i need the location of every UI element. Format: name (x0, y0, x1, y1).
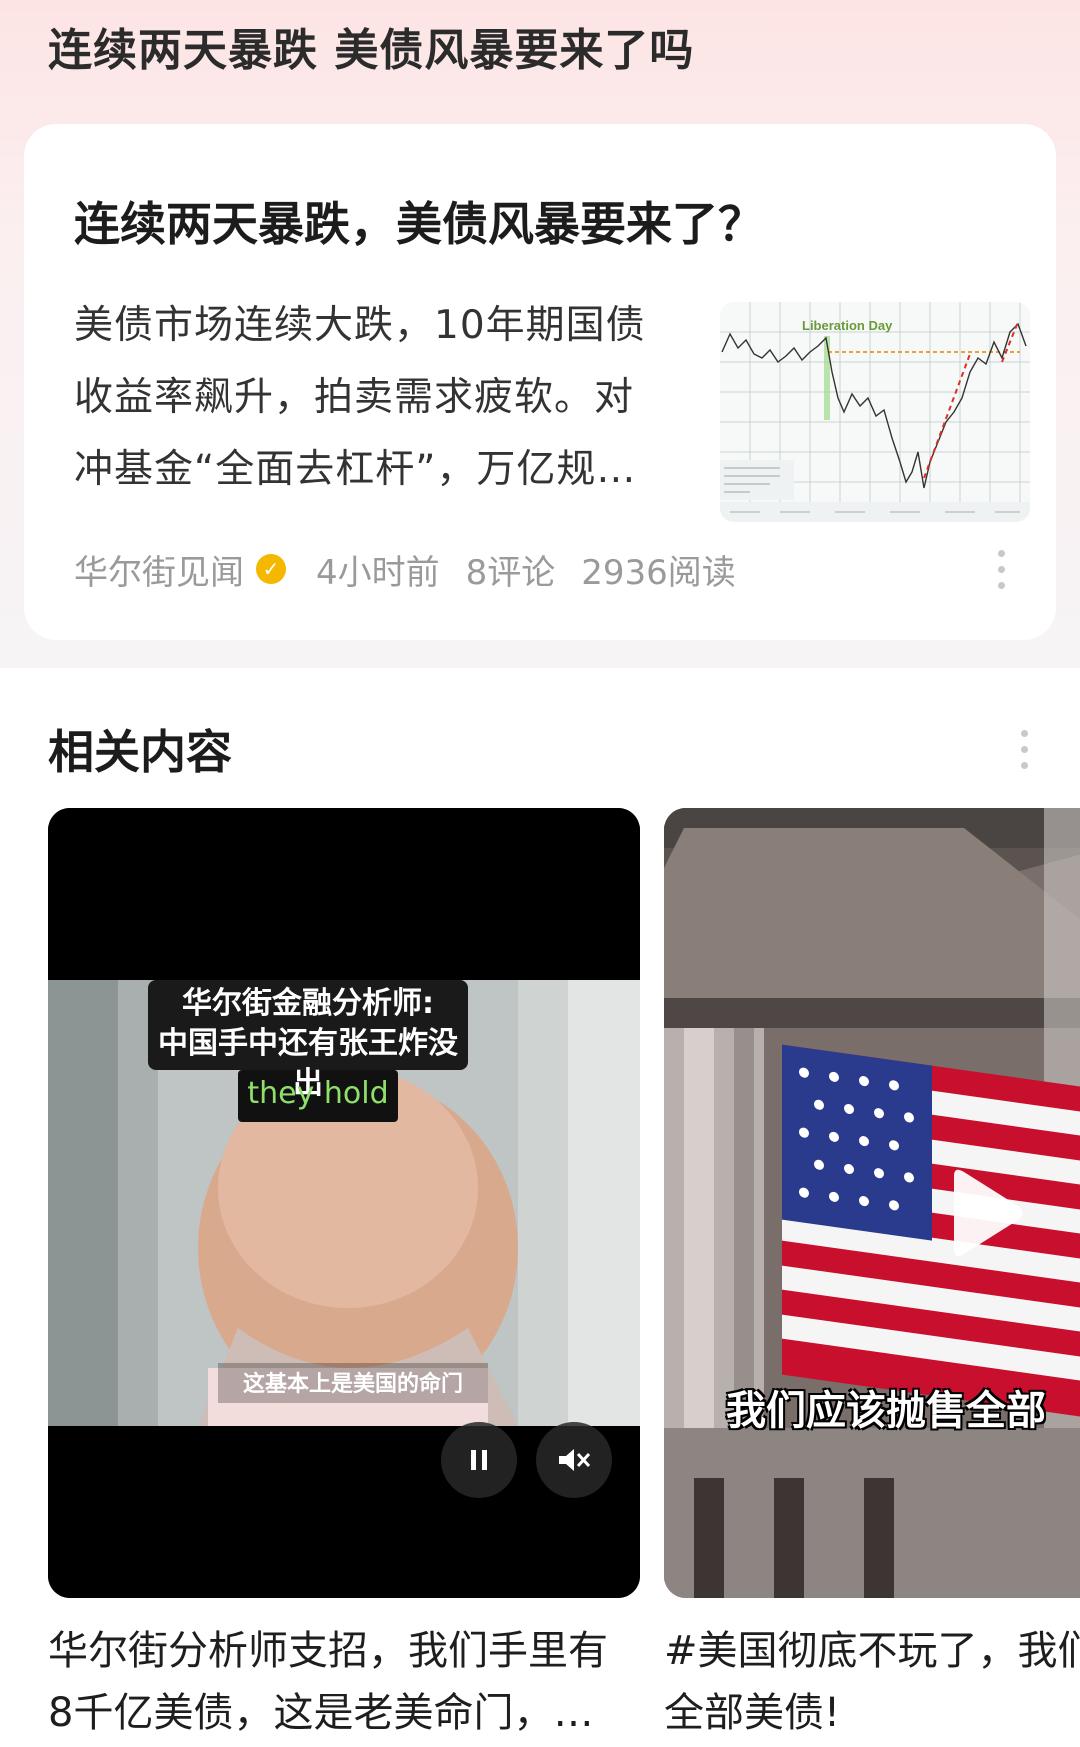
article-reads: 2936阅读 (581, 552, 736, 593)
article-comments: 8评论 (465, 552, 556, 593)
video-overlay-text: 我们应该抛售全部 (726, 1388, 1046, 1434)
article-title[interactable]: 连续两天暴跌，美债风暴要来了？ (74, 188, 764, 254)
related-video-caption[interactable]: 华尔街分析师支招，我们手里有 8千亿美债，这是老美命门，… (48, 1620, 608, 1744)
article-time: 4小时前 (316, 552, 440, 593)
chart-annotation: Liberation Day (802, 318, 893, 333)
article-card[interactable]: 连续两天暴跌，美债风暴要来了？ 美债市场连续大跌，10年期国债 收益率飙升，拍卖… (24, 124, 1056, 640)
related-video-caption[interactable]: #美国彻底不玩了，我们 全部美债! (664, 1620, 1080, 1744)
video-subtitle-zh: 这基本上是美国的命门 (242, 1372, 463, 1397)
article-source[interactable]: 华尔街见闻 (74, 545, 244, 594)
more-vertical-icon[interactable] (1021, 730, 1028, 769)
page-title: 连续两天暴跌 美债风暴要来了吗 (48, 25, 695, 76)
summary-line: 美债市场连续大跌，10年期国债 (74, 303, 646, 348)
summary-line: 冲基金“全面去杠杆”，万亿规… (74, 447, 637, 492)
related-video-card[interactable]: 华尔街金融分析师: 中国手中还有张王炸没出 they hold 这基本上是美国的… (48, 808, 640, 1598)
more-vertical-icon[interactable] (998, 550, 1005, 589)
pause-icon (471, 1450, 487, 1470)
related-video-card[interactable]: 我们应该抛售全部 (664, 808, 1080, 1598)
play-icon[interactable] (924, 1158, 1034, 1268)
article-thumbnail[interactable]: Liberation Day (720, 302, 1030, 522)
verified-badge-icon: ✓ (256, 554, 286, 584)
summary-line: 收益率飙升，拍卖需求疲软。对 (74, 375, 635, 420)
bond-yield-chart-thumbnail: Liberation Day (720, 302, 1030, 522)
article-meta: 华尔街见闻 ✓ 4小时前 8评论 2936阅读 (74, 544, 762, 594)
mute-button[interactable] (536, 1422, 612, 1498)
related-section-title: 相关内容 (48, 725, 232, 779)
mute-icon (559, 1449, 591, 1471)
article-summary[interactable]: 美债市场连续大跌，10年期国债 收益率飙升，拍卖需求疲软。对 冲基金“全面去杠杆… (74, 290, 674, 506)
pause-button[interactable] (441, 1422, 517, 1498)
video-subtitle-en: they hold (247, 1076, 389, 1111)
